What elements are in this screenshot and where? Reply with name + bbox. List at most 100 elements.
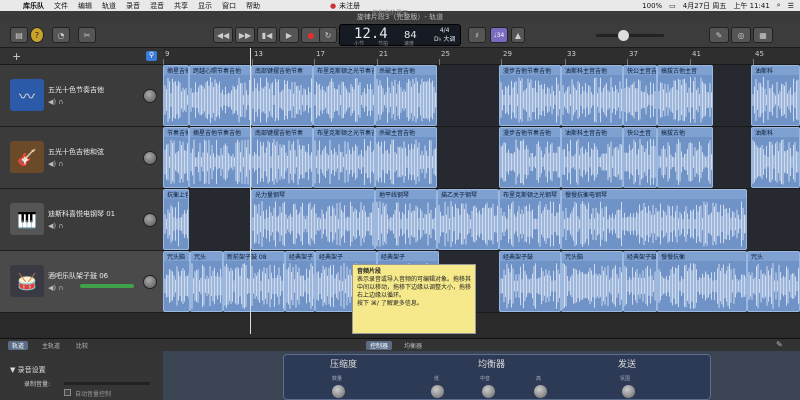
headphones-icon[interactable]: ∩ [58,222,63,230]
media-browser-button[interactable]: ▦ [753,27,773,43]
tab-compare[interactable]: 比较 [72,341,92,350]
tab-controls[interactable]: 控制器 [366,341,393,350]
menu-app[interactable]: 库乐队 [23,1,44,11]
track-lane[interactable]: 节奏吉他摘星吉他节奏吉他南部键摆吉他节奏布里克斯顿之光节奏吉他杀破主音吉他 漫步吉… [163,127,800,189]
audio-region[interactable]: 油斯科 [751,127,800,188]
disclosure-icon[interactable]: ▼ [10,366,15,374]
audio-region[interactable]: 经典架子鼓 [499,251,561,312]
auto-level-checkbox[interactable] [64,389,71,396]
tab-master-track[interactable]: 主轨道 [38,341,64,350]
playhead[interactable] [250,48,251,334]
battery-icon[interactable]: ▭ [669,2,676,10]
tuner-button[interactable]: ♯ [468,27,486,43]
smart-controls-button[interactable]: ◔ [52,27,70,43]
cycle-button[interactable]: ↻ [319,27,337,43]
rewind-button[interactable]: ◀◀ [213,27,233,43]
audio-region[interactable]: 油斯科主音吉他 [561,127,623,188]
track-controls[interactable]: ◀) ∩ [48,160,63,168]
menu-record[interactable]: 录音 [126,1,140,11]
eq-low-knob[interactable] [431,385,444,398]
audio-region[interactable]: 地平线钢琴 [375,189,437,250]
play-button[interactable]: ▶ [279,27,299,43]
library-button[interactable]: ▤ [10,27,28,43]
record-button[interactable]: ● [301,27,321,43]
audio-region[interactable]: 搞拔古他 [657,127,713,188]
menu-track[interactable]: 轨道 [102,1,116,11]
send-ambience-knob[interactable] [622,385,635,398]
track-lane[interactable]: 咒头脑 咒头 新前架子鼓 08 经典架子 经典架子 经典架子 经典架子鼓 咒头脑 经典架子鼓 慢慢… [163,251,800,313]
audio-region[interactable]: 杀破主音吉他 [375,127,437,188]
audio-region[interactable]: 南部键摆吉他节奏 [251,65,313,126]
menu-mix[interactable]: 混音 [150,1,164,11]
audio-region[interactable]: 新前架子鼓 08 [223,251,285,312]
track-lane[interactable]: 摘星吉他节奏吉他跨越心照节奏吉他南部键摆吉他节奏布里克斯顿之光节奏吉他杀破主音吉… [163,65,800,127]
recording-settings-section[interactable]: ▼ 录音设置 [10,365,46,375]
add-track-icon[interactable]: + [12,50,21,63]
audio-region[interactable]: 油斯科主音吉他 [561,65,623,126]
menu-window[interactable]: 窗口 [222,1,236,11]
track-header[interactable]: 〰五光十色节奏吉他 ◀) ∩ [0,65,163,127]
audio-region[interactable]: 漫步吉他节奏吉他 [499,65,561,126]
audio-region[interactable]: 油斯科 [751,65,800,126]
search-icon[interactable]: ⌕ [777,1,781,10]
audio-region[interactable]: 布里克斯顿之光钢琴 [499,189,561,250]
go-to-start-button[interactable]: ▮◀ [257,27,277,43]
tab-eq[interactable]: 均衡器 [400,341,426,350]
eq-mid-knob[interactable] [482,385,495,398]
metronome-button[interactable]: ▲ [511,27,525,43]
menu-view[interactable]: 显示 [198,1,212,11]
menu-file[interactable]: 文件 [54,1,68,11]
track-header[interactable]: 🎸 五光十色吉他和弦 ◀) ∩ [0,127,163,189]
eq-high-knob[interactable] [534,385,547,398]
track-name[interactable]: 五光十色吉他和弦 [48,147,104,157]
audio-region[interactable]: 南部键摆吉他节奏 [251,127,313,188]
audio-region[interactable]: 漫步吉他节奏吉他 [499,127,561,188]
master-volume-slider[interactable] [596,30,664,41]
timeline-ruler[interactable]: 913172125293337414549 [163,48,800,65]
audio-region[interactable]: 咒头 [190,251,223,312]
audio-region[interactable]: 快公主音吉他 [623,65,657,126]
audio-region[interactable]: 慢慢抗衡 [657,251,747,312]
loop-browser-button[interactable]: ◎ [731,27,751,43]
filter-icon[interactable]: ⚲ [146,51,157,61]
editors-button[interactable]: ✂ [78,27,96,43]
tab-track[interactable]: 轨道 [8,341,29,350]
audio-region[interactable]: 杀破主音吉他 [375,65,437,126]
audio-region[interactable]: 抗衡上色电钢琴 [163,189,189,250]
audio-region[interactable]: 慢慢抗衡电钢琴 [561,189,747,250]
pencil-icon[interactable]: ✎ [776,340,783,349]
volume-slider-knob[interactable] [618,30,629,41]
track-name[interactable]: 迪斯科喜悦电钢琴 01 [48,209,115,219]
headphones-icon[interactable]: ∩ [58,284,63,292]
audio-region[interactable]: 搞拔古他主音 [657,65,713,126]
track-lane[interactable]: 抗衡上色电钢琴 光力量钢琴地平线钢琴描乙关于钢琴布里克斯顿之光钢琴慢慢抗衡电钢琴 [163,189,800,251]
track-name[interactable]: 五光十色节奏吉他 [48,85,104,95]
audio-region[interactable]: 咒头 [747,251,800,312]
mute-icon[interactable]: ◀) [48,284,56,292]
audio-region[interactable]: 布里克斯顿之光节奏吉他 [313,127,375,188]
track-header[interactable]: 🎹 迪斯科喜悦电钢琴 01 ◀) ∩ [0,189,163,251]
mute-icon[interactable]: ◀) [48,98,56,106]
pan-knob[interactable] [143,275,157,289]
headphones-icon[interactable]: ∩ [58,98,63,106]
audio-region[interactable]: 摘星吉他节奏吉他 [189,127,251,188]
time-label[interactable]: 上午 11:41 [733,1,769,11]
compressor-amount-knob[interactable] [332,385,345,398]
audio-region[interactable]: 咒头脑 [561,251,623,312]
audio-region[interactable]: 跨越心照节奏吉他 [189,65,251,126]
help-button[interactable]: ? [30,27,44,43]
forward-button[interactable]: ▶▶ [235,27,255,43]
audio-region[interactable]: 快公主音 [623,127,657,188]
menu-help[interactable]: 帮助 [246,1,260,11]
track-volume-slider[interactable] [80,284,134,288]
audio-region[interactable]: 光力量钢琴 [251,189,375,250]
track-controls[interactable]: ◀) ∩ [48,222,63,230]
mute-icon[interactable]: ◀) [48,160,56,168]
audio-region[interactable]: 节奏吉他 [163,127,189,188]
menu-share[interactable]: 共享 [174,1,188,11]
track-header[interactable]: 🥁 酒吧乐队架子鼓 06 ◀) ∩ [0,251,163,313]
audio-region[interactable]: 经典架子 [285,251,315,312]
audio-region[interactable]: 描乙关于钢琴 [437,189,499,250]
record-level-slider[interactable] [64,382,150,385]
mute-icon[interactable]: ◀) [48,222,56,230]
